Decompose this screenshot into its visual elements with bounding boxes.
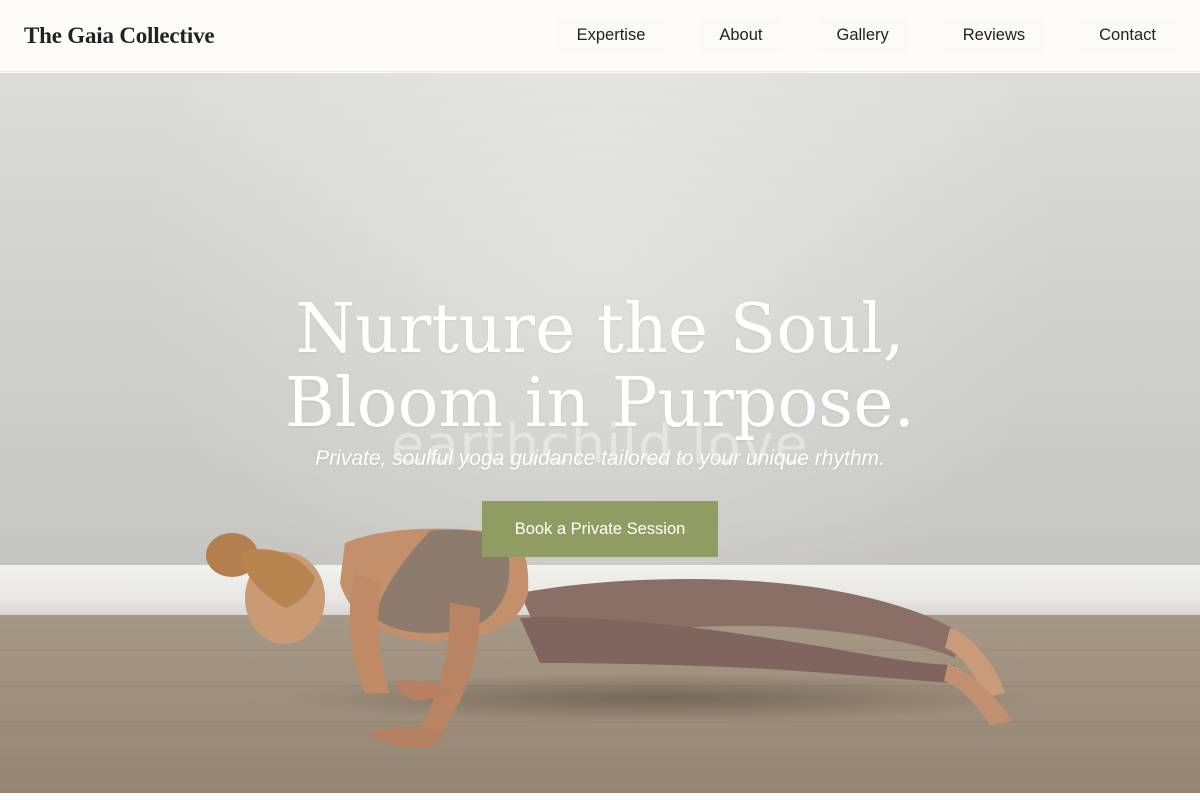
- hero-section: earthchild.love Nurture the Soul, Bloom …: [0, 73, 1200, 793]
- brand-logo[interactable]: The Gaia Collective: [24, 23, 215, 49]
- hero-title-line2: Bloom in Purpose.: [284, 364, 916, 443]
- page-bottom-strip: [0, 793, 1200, 800]
- nav-item-expertise[interactable]: Expertise: [556, 18, 666, 53]
- book-session-button[interactable]: Book a Private Session: [482, 501, 718, 557]
- site-header: The Gaia Collective Expertise About Gall…: [0, 0, 1200, 72]
- hero-content: Nurture the Soul, Bloom in Purpose. Priv…: [0, 293, 1200, 557]
- main-nav: Expertise About Gallery Reviews Contact: [556, 18, 1176, 53]
- nav-item-contact[interactable]: Contact: [1079, 18, 1176, 53]
- hero-title: Nurture the Soul, Bloom in Purpose.: [0, 293, 1200, 441]
- hero-subtitle: Private, soulful yoga guidance tailored …: [315, 447, 885, 470]
- nav-item-about[interactable]: About: [699, 18, 783, 53]
- nav-item-gallery[interactable]: Gallery: [816, 18, 909, 53]
- hero-title-line1: Nurture the Soul,: [295, 290, 905, 369]
- nav-item-reviews[interactable]: Reviews: [942, 18, 1046, 53]
